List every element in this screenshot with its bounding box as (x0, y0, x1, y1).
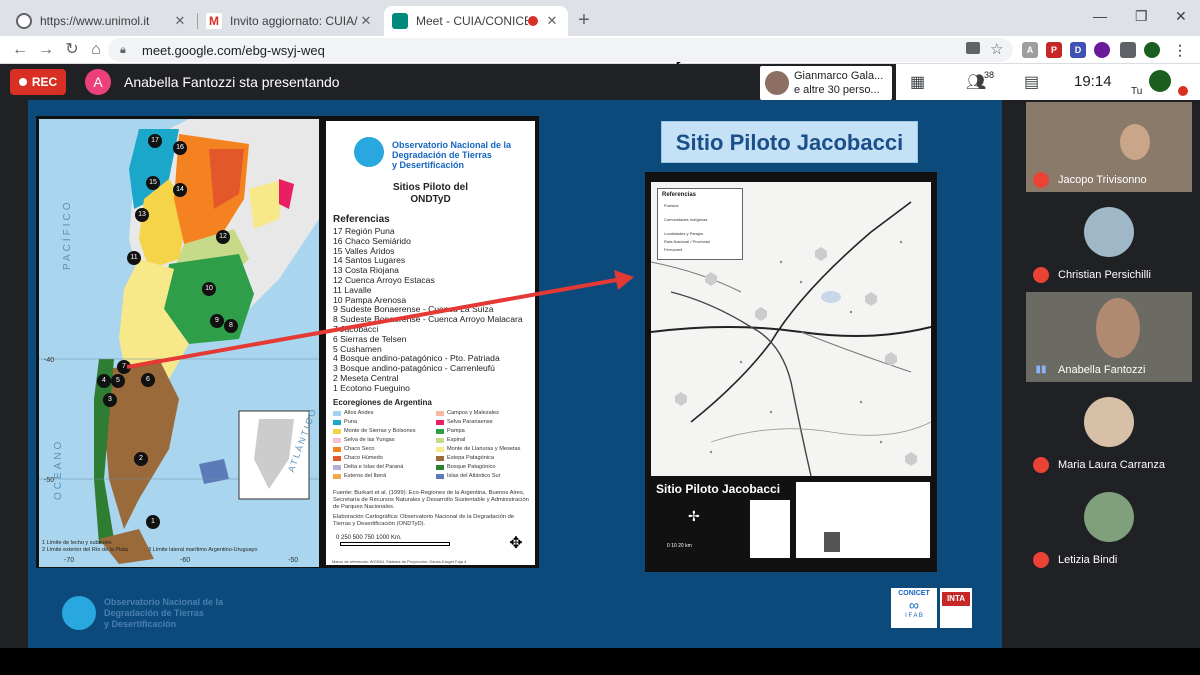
participant-name: Christian Persichilli (1058, 269, 1151, 281)
inset-highlight (824, 532, 840, 552)
participant-name: Maria Laura Carranza (1058, 459, 1165, 471)
conicet-wave-icon: ∞ (909, 597, 919, 613)
participant-name: Jacopo Trivisonno (1058, 174, 1147, 186)
pilot-map-legend: Referencias Puestos Comunidades Indígena… (657, 188, 743, 260)
muted-mic-icon (1033, 267, 1049, 283)
muted-mic-icon (1033, 457, 1049, 473)
bottom-border (0, 648, 1200, 675)
muted-mic-icon (1033, 552, 1049, 568)
participant-avatar (1084, 207, 1134, 257)
argentina-inset-map (750, 500, 790, 558)
speaking-icon: ▮▮ (1035, 364, 1047, 375)
participant-name: Anabella Fantozzi (1058, 364, 1146, 376)
participant-avatar (1084, 397, 1134, 447)
region-inset-map (796, 482, 930, 558)
inta-logo: INTA (940, 588, 972, 628)
participant-video (1096, 298, 1140, 358)
participant-avatar (1084, 492, 1134, 542)
participant-name: Letizia Bindi (1058, 554, 1118, 566)
participant-video (1120, 124, 1150, 160)
pilot-scale-labels: 0 10 20 km (667, 543, 692, 549)
compass-icon: ✢ (688, 508, 700, 524)
pilot-site-label: Sitio Piloto Jacobacci (656, 482, 781, 496)
conicet-logo: CONICET ∞ I F A B (891, 588, 937, 628)
footer-observatory-logo (62, 596, 96, 630)
muted-mic-icon (1033, 172, 1049, 188)
footer-observatory-title: Observatorio Nacional de la Degradación … (104, 597, 224, 629)
pilot-site-title: Sitio Piloto Jacobacci (661, 121, 918, 163)
screen: https://www.unimol.it ✕ M Invito aggiorn… (0, 0, 1200, 675)
